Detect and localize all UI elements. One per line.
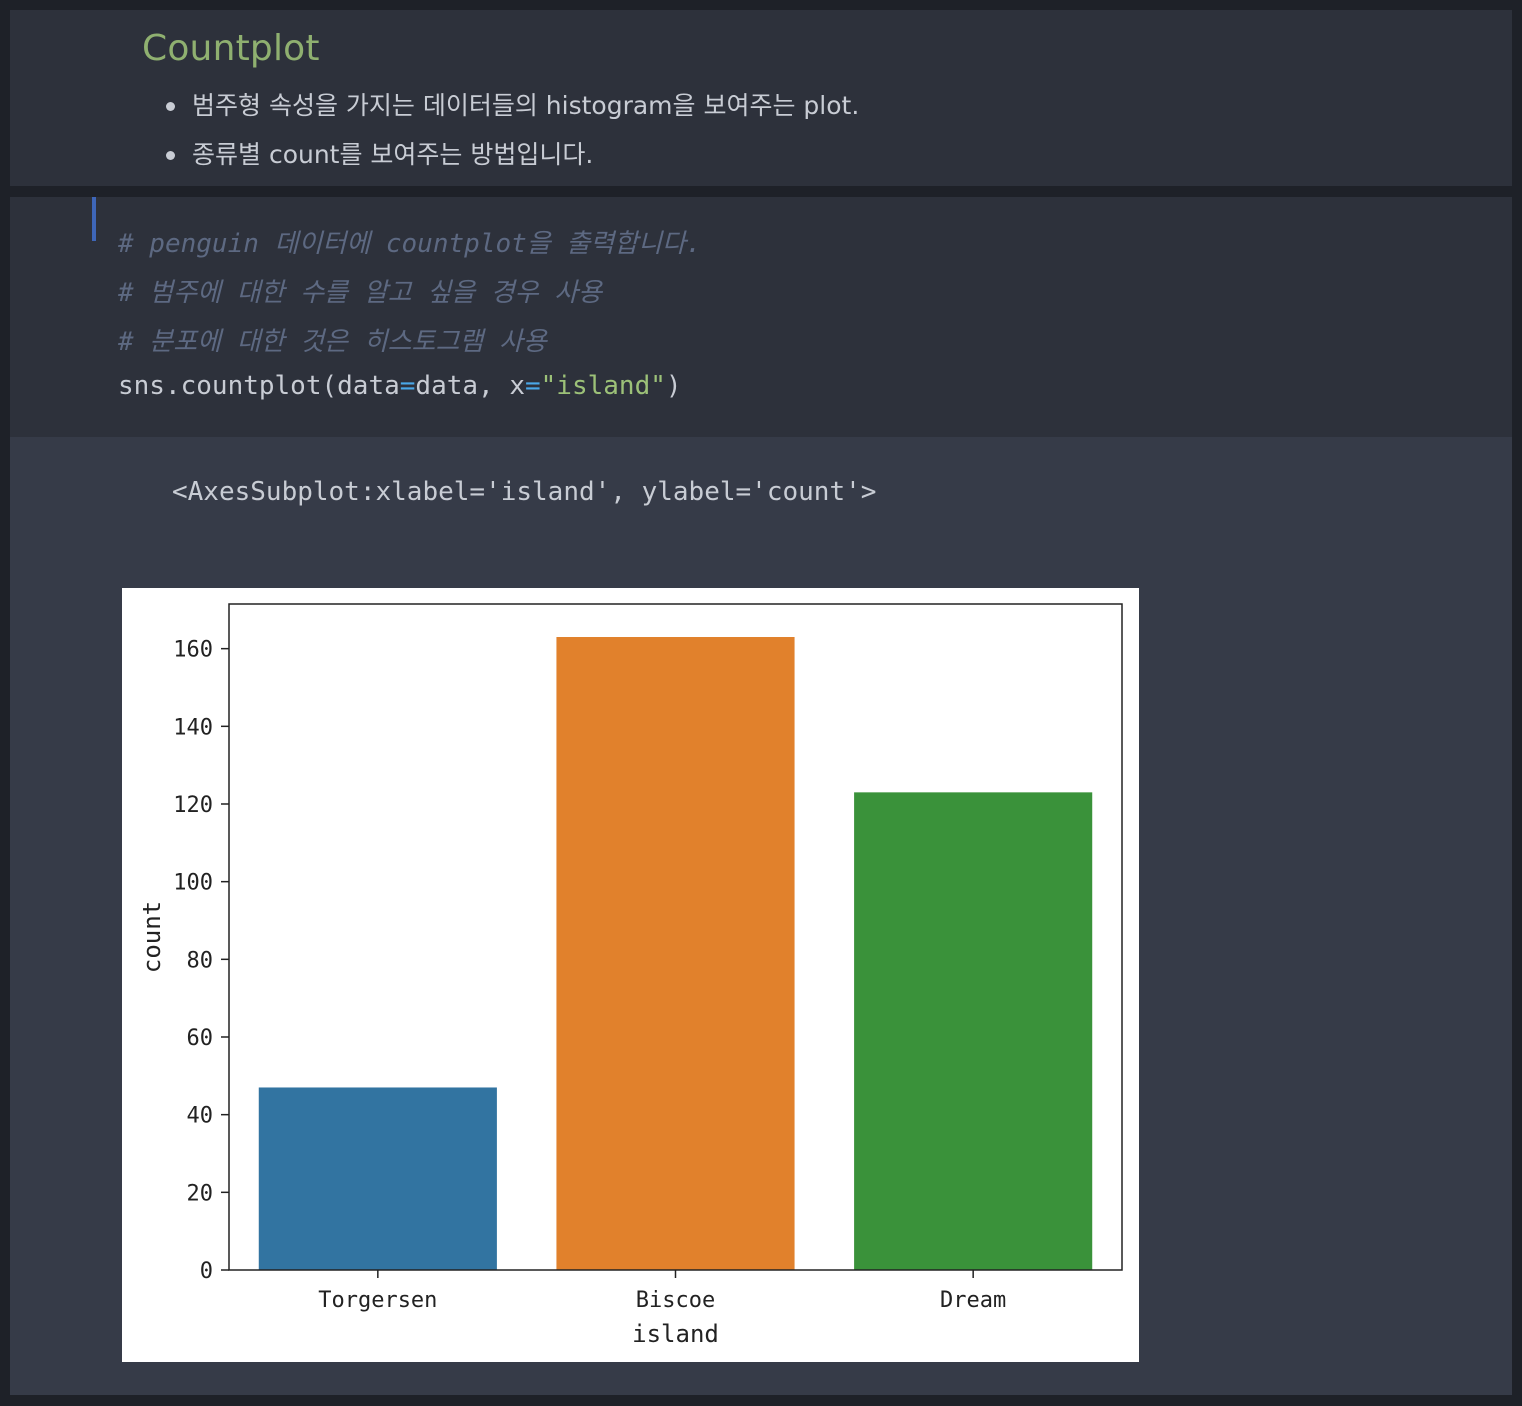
x-tick-label: Torgersen bbox=[318, 1288, 437, 1313]
code-comment-line: # 범주에 대한 수를 알고 싶을 경우 사용 bbox=[118, 278, 603, 308]
y-tick-label: 20 bbox=[187, 1181, 214, 1206]
output-cell: <AxesSubplot:xlabel='island', ylabel='co… bbox=[10, 437, 1512, 1395]
y-tick-label: 40 bbox=[187, 1104, 214, 1129]
countplot-figure: Torgersen Biscoe Dream 0 20 40 60 80 100 120 140 16… bbox=[122, 588, 1139, 1362]
code-cell[interactable]: # penguin 데이터에 countplot을 출력합니다. # 범주에 대… bbox=[10, 197, 1512, 437]
code-operator: = bbox=[525, 371, 541, 401]
code-string: "island" bbox=[540, 371, 666, 401]
code-statement-line: sns.countplot(data=data, x="island") bbox=[118, 371, 682, 401]
y-tick-label: 140 bbox=[173, 715, 213, 740]
code-operator: = bbox=[399, 371, 416, 401]
bullet-icon bbox=[166, 151, 175, 160]
y-tick-label: 60 bbox=[187, 1026, 214, 1051]
list-item: 종류별 count를 보여주는 방법입니다. bbox=[162, 135, 859, 184]
code-token: sns.countplot(data bbox=[118, 371, 400, 401]
countplot-chart: Torgersen Biscoe Dream 0 20 40 60 80 100 120 140 16… bbox=[138, 603, 1123, 1348]
y-tick-label: 120 bbox=[173, 793, 213, 818]
bullet-text: 범주형 속성을 가지는 데이터들의 histogram을 보여주는 plot. bbox=[192, 91, 860, 120]
bullet-text: 종류별 count를 보여주는 방법입니다. bbox=[192, 140, 594, 169]
code-comment-line: # 분포에 대한 것은 히스토그램 사용 bbox=[118, 327, 547, 357]
code-token: data, x bbox=[415, 371, 525, 401]
bar-dream bbox=[854, 792, 1093, 1270]
x-axis-label: island bbox=[632, 1320, 719, 1348]
output-repr: <AxesSubplot:xlabel='island', ylabel='co… bbox=[172, 477, 877, 507]
x-tick-label: Biscoe bbox=[636, 1288, 715, 1313]
y-tick-label: 0 bbox=[200, 1259, 213, 1284]
y-axis-label: count bbox=[138, 901, 166, 973]
y-tick-label: 160 bbox=[173, 638, 213, 663]
list-item: 범주형 속성을 가지는 데이터들의 histogram을 보여주는 plot. bbox=[162, 86, 859, 135]
x-tick-label: Dream bbox=[940, 1288, 1006, 1313]
y-tick-label: 100 bbox=[173, 871, 213, 896]
section-title: Countplot bbox=[142, 28, 320, 69]
active-cell-indicator bbox=[92, 197, 96, 241]
bullet-icon bbox=[166, 102, 175, 111]
bar-torgersen bbox=[258, 1087, 497, 1270]
code-token: ) bbox=[665, 371, 682, 401]
bullet-list: 범주형 속성을 가지는 데이터들의 histogram을 보여주는 plot. … bbox=[162, 86, 859, 184]
bar-biscoe bbox=[556, 637, 795, 1270]
y-tick-label: 80 bbox=[187, 948, 214, 973]
code-comment-line: # penguin 데이터에 countplot을 출력합니다. bbox=[118, 229, 702, 259]
markdown-cell[interactable]: Countplot 범주형 속성을 가지는 데이터들의 histogram을 보… bbox=[10, 10, 1512, 186]
